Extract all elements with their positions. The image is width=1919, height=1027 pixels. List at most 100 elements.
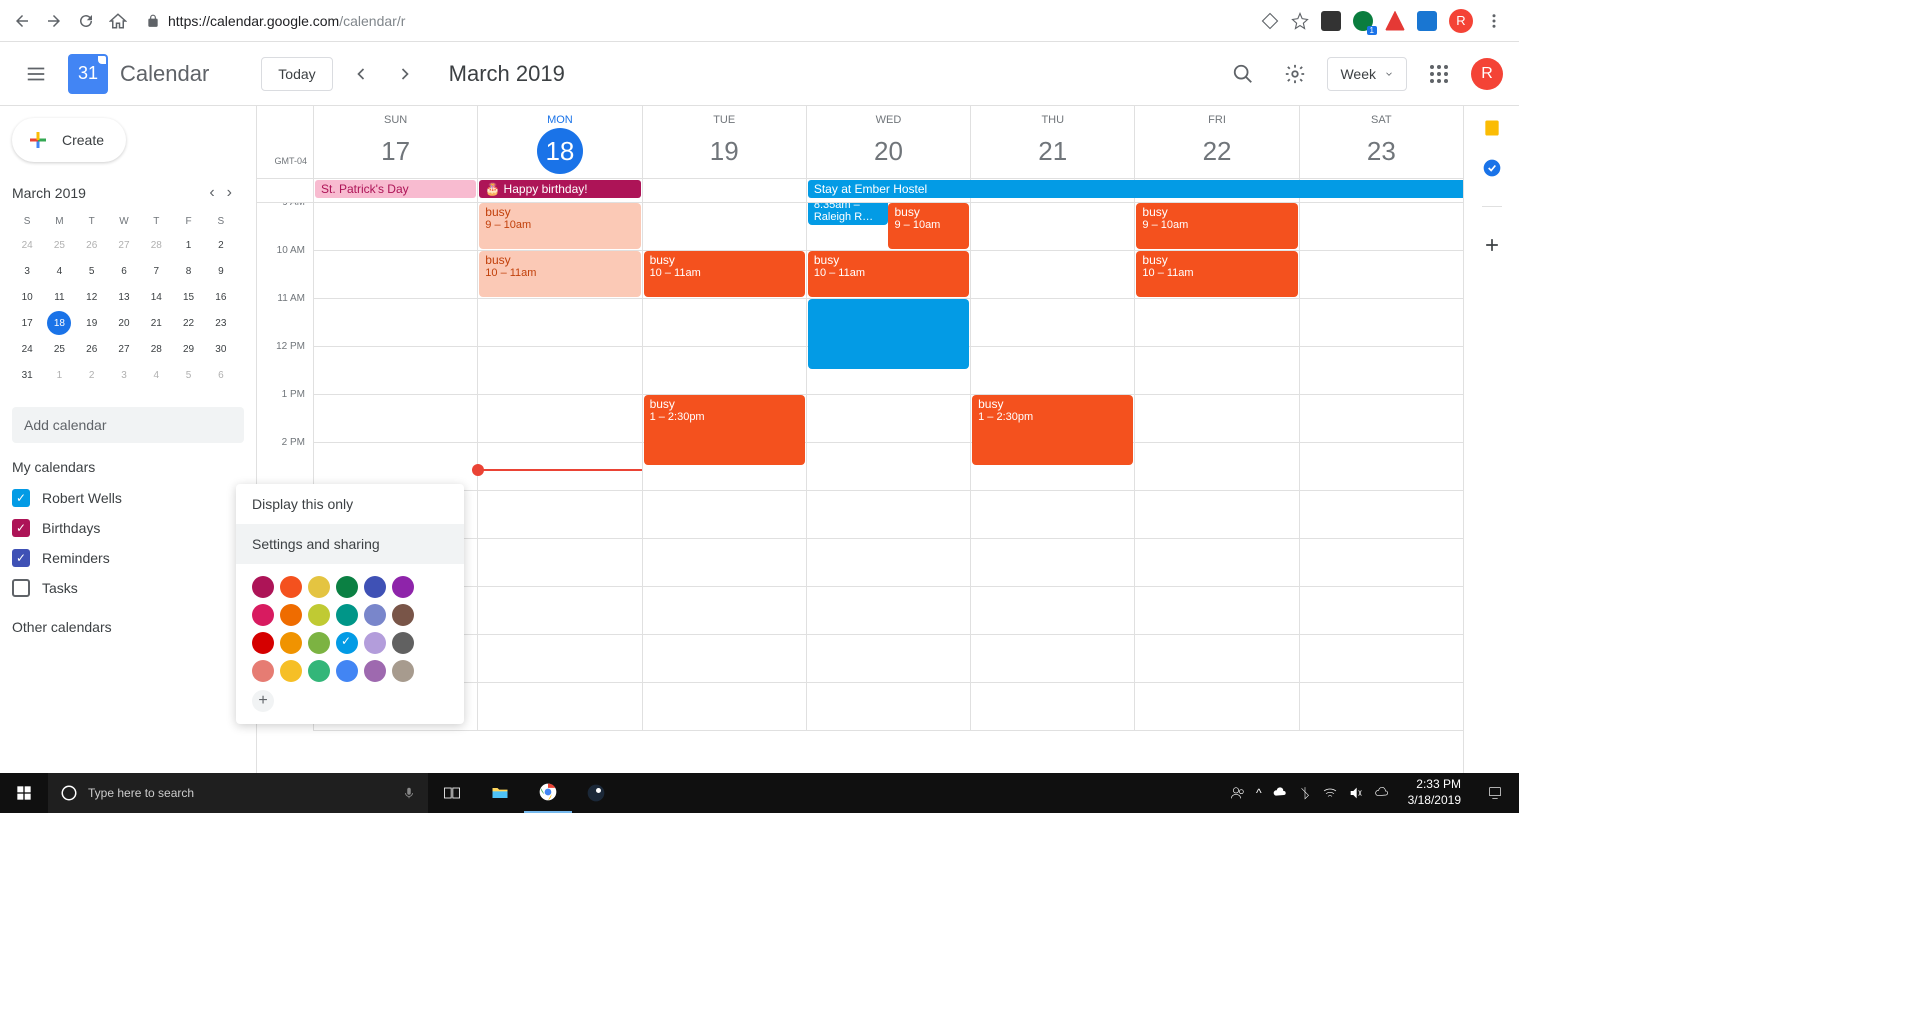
onedrive-icon[interactable]	[1272, 785, 1288, 801]
color-option[interactable]	[392, 576, 414, 598]
calendar-event[interactable]: busy9 – 10am	[1136, 203, 1297, 249]
mini-day[interactable]: 3	[112, 363, 136, 387]
day-header[interactable]: SUN17	[313, 106, 477, 178]
day-header[interactable]: TUE19	[642, 106, 806, 178]
calendar-event[interactable]: busy1 – 2:30pm	[972, 395, 1133, 465]
calendar-checkbox[interactable]: ✓	[12, 519, 30, 537]
tasks-icon[interactable]	[1482, 158, 1502, 178]
chrome-button[interactable]	[524, 773, 572, 813]
mini-day[interactable]: 27	[112, 337, 136, 361]
mini-day[interactable]: 24	[15, 233, 39, 257]
keep-icon[interactable]	[1482, 118, 1502, 138]
color-option[interactable]	[336, 604, 358, 626]
extension-icon[interactable]	[1417, 11, 1437, 31]
tray-chevron-icon[interactable]: ^	[1256, 786, 1262, 800]
allday-event[interactable]: 🎂 Happy birthday!	[479, 180, 640, 198]
settings-button[interactable]	[1275, 54, 1315, 94]
color-option[interactable]	[392, 604, 414, 626]
mini-day[interactable]: 2	[80, 363, 104, 387]
allday-event-multi[interactable]: Stay at Ember Hostel	[808, 180, 1463, 198]
mini-day[interactable]: 12	[80, 285, 104, 309]
calendar-event[interactable]	[808, 299, 969, 369]
color-option[interactable]	[280, 632, 302, 654]
extension-icon[interactable]	[1321, 11, 1341, 31]
address-bar[interactable]: https://calendar.google.com/calendar/r	[136, 13, 1257, 29]
mini-day[interactable]: 29	[177, 337, 201, 361]
day-column[interactable]: busy10 – 11ambusy1 – 2:30pm	[642, 203, 806, 731]
color-option[interactable]	[252, 660, 274, 682]
calendar-checkbox[interactable]	[12, 579, 30, 597]
color-option[interactable]	[252, 632, 274, 654]
system-tray[interactable]: ^	[1222, 785, 1398, 801]
color-option[interactable]	[336, 632, 358, 654]
mini-day[interactable]: 10	[15, 285, 39, 309]
mini-day[interactable]: 23	[209, 311, 233, 335]
color-option[interactable]	[336, 576, 358, 598]
day-column[interactable]: busy9 – 10ambusy10 – 11am	[1134, 203, 1298, 731]
mini-day[interactable]: 31	[15, 363, 39, 387]
mini-day[interactable]: 21	[144, 311, 168, 335]
mini-day[interactable]: 8	[177, 259, 201, 283]
mini-day[interactable]: 4	[144, 363, 168, 387]
allday-event[interactable]: St. Patrick's Day	[315, 180, 476, 198]
mini-day[interactable]: 7	[144, 259, 168, 283]
view-selector[interactable]: Week	[1327, 57, 1407, 91]
mini-day[interactable]: 5	[177, 363, 201, 387]
calendar-checkbox[interactable]: ✓	[12, 489, 30, 507]
color-option[interactable]	[364, 660, 386, 682]
taskbar-search[interactable]: Type here to search	[48, 773, 428, 813]
bluetooth-icon[interactable]	[1298, 785, 1312, 801]
mini-day[interactable]: 14	[144, 285, 168, 309]
color-option[interactable]	[280, 604, 302, 626]
mini-day[interactable]: 25	[47, 337, 71, 361]
star-icon[interactable]	[1291, 12, 1309, 30]
mini-day[interactable]: 18	[47, 311, 71, 335]
color-option[interactable]	[308, 632, 330, 654]
main-menu-button[interactable]	[16, 54, 56, 94]
day-column[interactable]: busy1 – 2:30pm	[970, 203, 1134, 731]
mini-day[interactable]: 26	[80, 337, 104, 361]
taskbar-clock[interactable]: 2:33 PM 3/18/2019	[1398, 777, 1471, 808]
color-option[interactable]	[364, 632, 386, 654]
day-header[interactable]: THU21	[970, 106, 1134, 178]
home-button[interactable]	[104, 7, 132, 35]
people-icon[interactable]	[1230, 785, 1246, 801]
calendar-list-item[interactable]: Tasks	[12, 573, 256, 603]
mini-day[interactable]: 20	[112, 311, 136, 335]
wifi-icon[interactable]	[1322, 785, 1338, 801]
color-option[interactable]	[252, 604, 274, 626]
calendar-event[interactable]: busy10 – 11am	[479, 251, 640, 297]
mini-day[interactable]: 19	[80, 311, 104, 335]
forward-button[interactable]	[40, 7, 68, 35]
mini-day[interactable]: 28	[144, 337, 168, 361]
back-button[interactable]	[8, 7, 36, 35]
next-week-button[interactable]	[389, 58, 421, 90]
mini-prev-button[interactable]: ‹	[205, 182, 218, 204]
calendar-list-item[interactable]: ✓Birthdays	[12, 513, 256, 543]
color-option[interactable]	[280, 576, 302, 598]
cloud-sync-icon[interactable]	[1374, 785, 1390, 801]
calendar-list-item[interactable]: ✓Robert Wells	[12, 483, 256, 513]
volume-icon[interactable]	[1348, 785, 1364, 801]
color-option[interactable]	[364, 604, 386, 626]
day-header[interactable]: SAT23	[1299, 106, 1463, 178]
day-column[interactable]: busy9 – 10ambusy10 – 11am	[477, 203, 641, 731]
menu-icon[interactable]	[1485, 12, 1503, 30]
mini-day[interactable]: 2	[209, 233, 233, 257]
add-addon-icon[interactable]	[1482, 235, 1502, 255]
mini-day[interactable]: 27	[112, 233, 136, 257]
steam-button[interactable]	[572, 773, 620, 813]
color-option[interactable]	[252, 576, 274, 598]
mini-day[interactable]: 11	[47, 285, 71, 309]
add-custom-color[interactable]: +	[252, 690, 274, 712]
calendar-event[interactable]: busy10 – 11am	[1136, 251, 1297, 297]
ctx-settings-sharing[interactable]: Settings and sharing	[236, 524, 464, 564]
color-option[interactable]	[308, 604, 330, 626]
day-header[interactable]: MON18	[477, 106, 641, 178]
mic-icon[interactable]	[402, 786, 416, 800]
extension-icon[interactable]: 1	[1353, 11, 1373, 31]
calendar-checkbox[interactable]: ✓	[12, 549, 30, 567]
calendar-event[interactable]: busy10 – 11am	[808, 251, 969, 297]
mini-day[interactable]: 30	[209, 337, 233, 361]
today-button[interactable]: Today	[261, 57, 332, 91]
